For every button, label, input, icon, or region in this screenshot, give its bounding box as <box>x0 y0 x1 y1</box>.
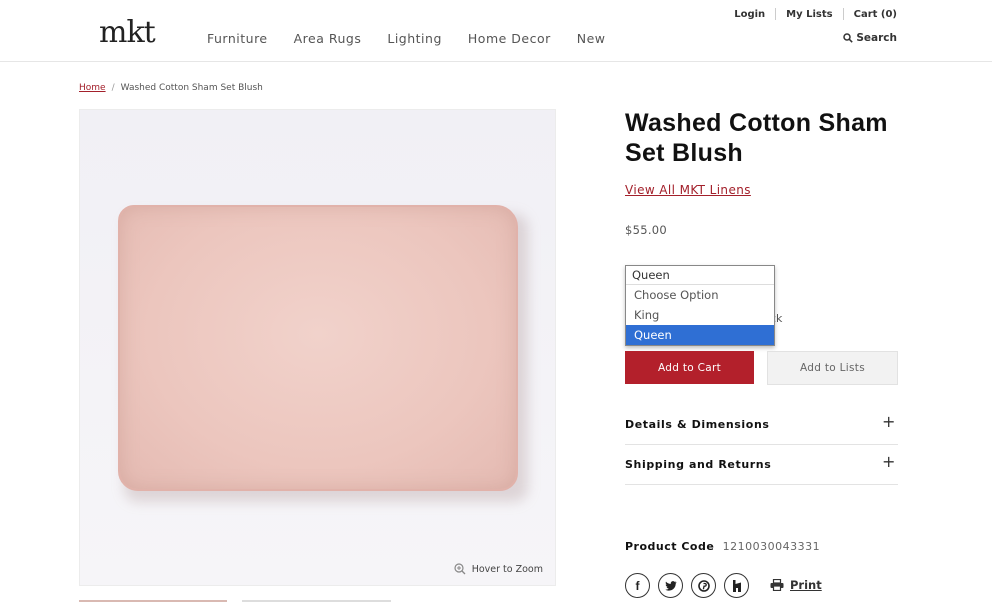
product-code-value: 1210030043331 <box>722 540 821 553</box>
cart-link[interactable]: Cart (0) <box>844 9 897 20</box>
main-nav: Furniture Area Rugs Lighting Home Decor … <box>207 31 632 46</box>
product-code: Product Code 1210030043331 <box>625 540 820 553</box>
breadcrumb-separator: / <box>111 83 115 93</box>
view-all-linens-link[interactable]: View All MKT Linens <box>625 183 751 197</box>
size-option-king[interactable]: King <box>626 305 774 325</box>
nav-lighting[interactable]: Lighting <box>387 31 442 46</box>
nav-furniture[interactable]: Furniture <box>207 31 268 46</box>
search-icon <box>843 33 854 43</box>
product-price: $55.00 <box>625 223 668 237</box>
search-button[interactable]: Search <box>843 32 897 44</box>
facebook-icon[interactable]: f <box>625 573 650 598</box>
breadcrumb-home[interactable]: Home <box>79 83 106 93</box>
accordion-label: Shipping and Returns <box>625 458 772 471</box>
size-select-dropdown[interactable]: Queen Choose Option King Queen <box>625 265 775 346</box>
pillow-photo <box>118 205 518 491</box>
breadcrumb: Home / Washed Cotton Sham Set Blush <box>79 83 263 93</box>
shipping-returns-accordion[interactable]: Shipping and Returns + <box>625 445 898 485</box>
product-code-label: Product Code <box>625 540 715 553</box>
plus-icon: + <box>881 412 896 431</box>
nav-new[interactable]: New <box>577 31 606 46</box>
product-title: Washed Cotton Sham Set Blush <box>625 109 888 167</box>
printer-icon <box>770 579 784 591</box>
nav-home-decor[interactable]: Home Decor <box>468 31 551 46</box>
breadcrumb-current: Washed Cotton Sham Set Blush <box>120 83 263 93</box>
print-button[interactable]: Print <box>770 578 822 592</box>
zoom-icon <box>454 563 466 575</box>
my-lists-link[interactable]: My Lists <box>776 9 842 20</box>
social-share: f <box>625 573 749 598</box>
site-logo[interactable]: mkt <box>99 18 156 48</box>
plus-icon: + <box>881 452 896 471</box>
login-link[interactable]: Login <box>724 9 775 20</box>
accordion-label: Details & Dimensions <box>625 418 770 431</box>
print-label: Print <box>790 578 822 592</box>
add-to-cart-button[interactable]: Add to Cart <box>625 351 754 384</box>
search-label: Search <box>856 32 897 44</box>
product-image[interactable]: Hover to Zoom <box>79 109 556 586</box>
houzz-icon[interactable] <box>724 573 749 598</box>
nav-area-rugs[interactable]: Area Rugs <box>294 31 362 46</box>
details-dimensions-accordion[interactable]: Details & Dimensions + <box>625 405 898 445</box>
size-option-queen[interactable]: Queen <box>626 325 774 345</box>
pinterest-icon[interactable] <box>691 573 716 598</box>
site-header: mkt Furniture Area Rugs Lighting Home De… <box>0 0 992 62</box>
zoom-hint: Hover to Zoom <box>454 563 543 575</box>
zoom-hint-label: Hover to Zoom <box>471 563 543 575</box>
size-select-current[interactable]: Queen <box>626 266 774 285</box>
twitter-icon[interactable] <box>658 573 683 598</box>
utility-links: Login My Lists Cart (0) <box>724 8 897 20</box>
add-to-lists-button[interactable]: Add to Lists <box>767 351 898 385</box>
size-option-choose[interactable]: Choose Option <box>626 285 774 305</box>
